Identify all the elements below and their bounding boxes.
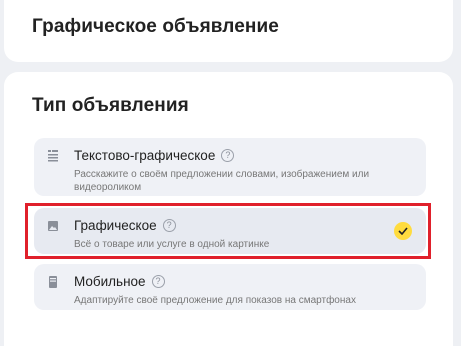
selected-check-icon: [394, 222, 412, 240]
help-icon[interactable]: ?: [162, 219, 176, 232]
image-icon: [48, 221, 58, 231]
option-description: Всё о товаре или услуге в одной картинке: [74, 239, 270, 250]
section-title: Графическое объявление: [32, 16, 279, 37]
ad-type-card: Тип объявления Текстово-графическое ? Ра…: [4, 72, 453, 346]
ad-type-title: Тип объявления: [32, 95, 189, 116]
option-graphic[interactable]: Графическое ? Всё о товаре или услуге в …: [34, 208, 426, 254]
help-icon[interactable]: ?: [221, 149, 235, 162]
text-graphic-icon: [48, 150, 58, 162]
option-description: Расскажите о своём предложении словами, …: [74, 169, 370, 193]
option-title: Текстово-графическое: [74, 148, 216, 163]
mobile-icon: [49, 276, 57, 288]
option-description: Адаптируйте своё предложение для показов…: [74, 295, 356, 306]
help-icon[interactable]: ?: [151, 275, 165, 288]
option-title: Мобильное: [74, 274, 146, 289]
option-title: Графическое: [74, 218, 157, 233]
option-mobile[interactable]: Мобильное ? Адаптируйте своё предложение…: [34, 264, 426, 310]
ad-header-card: Графическое объявление: [4, 0, 453, 62]
option-text-graphic[interactable]: Текстово-графическое ? Расскажите о своё…: [34, 138, 426, 196]
